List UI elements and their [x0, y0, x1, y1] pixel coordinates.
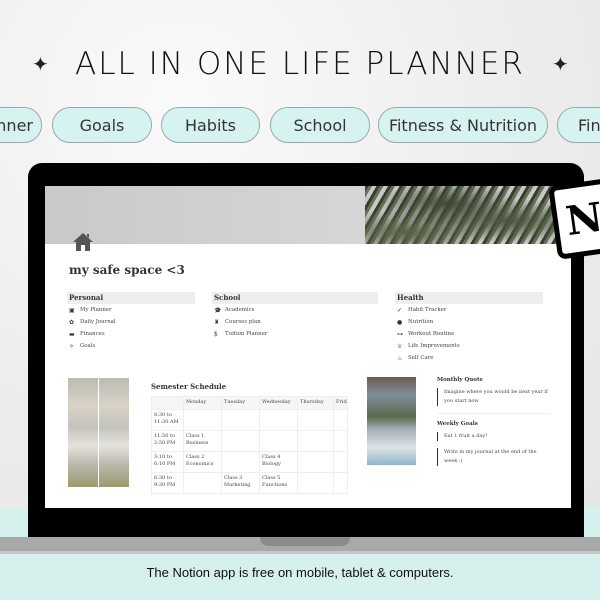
column-header: Thursday — [297, 396, 334, 410]
dollar-icon: $ — [214, 330, 218, 338]
trophy-icon: ♕ — [397, 342, 403, 350]
link-nutrition[interactable]: ● Nutrition — [395, 316, 543, 328]
column-header: Tuesday — [221, 396, 260, 410]
column-header — [151, 396, 184, 410]
column-header: Monday — [183, 396, 222, 410]
pill-school[interactable]: School — [270, 107, 370, 143]
section-personal: Personal ▣ My Planner ✿ Daily Journal ▬ Fin… — [67, 292, 195, 352]
class-cell[interactable] — [221, 409, 260, 431]
footer-caption: The Notion app is free on mobile, tablet… — [146, 565, 454, 580]
section-school: School 🎓 Academics ♜ Courses plan $ Tuition… — [212, 292, 378, 340]
class-cell[interactable] — [221, 451, 260, 473]
table-row: 8:30 to 11:30 AM — [151, 409, 348, 431]
monthly-quote-heading: Monthly Quote — [437, 377, 483, 383]
cover-image — [45, 186, 571, 244]
finances-icon: ▬ — [69, 330, 75, 338]
class-cell[interactable] — [221, 430, 260, 452]
time-cell[interactable]: 3:10 to 6:10 PM — [151, 451, 184, 473]
laptop-base-shadow — [0, 551, 600, 554]
notion-logo-icon: N — [548, 178, 600, 260]
link-goals[interactable]: ✧ Goals — [67, 340, 195, 352]
link-academics[interactable]: 🎓 Academics — [212, 304, 378, 316]
link-tuition-planner[interactable]: $ Tuition Planner — [212, 328, 378, 340]
class-cell[interactable] — [333, 430, 348, 452]
aesthetic-collage-image — [68, 378, 129, 487]
class-cell[interactable] — [259, 409, 298, 431]
class-cell[interactable] — [183, 409, 222, 431]
link-habit-tracker[interactable]: ✓ Habit Tracker — [395, 304, 543, 316]
weekly-goal-item[interactable]: Eat 1 fruit a day! — [437, 432, 549, 441]
notion-screen: my safe space <3 Personal ▣ My Planner ✿ D… — [45, 186, 571, 508]
goals-icon: ✧ — [69, 342, 75, 350]
table-row: 6:30 to 9:30 PM Class 3 Marketing Class … — [151, 472, 348, 494]
link-self-care[interactable]: ♨ Self Care — [395, 352, 543, 364]
section-heading: School — [212, 292, 378, 304]
class-cell[interactable] — [333, 451, 348, 473]
class-cell[interactable]: Class 5 Functions — [259, 472, 298, 494]
link-finances[interactable]: ▬ Finances — [67, 328, 195, 340]
pill-fitness-nutrition[interactable]: Fitness & Nutrition — [378, 107, 548, 143]
link-workout-routine[interactable]: ⊶ Workout Routine — [395, 328, 543, 340]
sparkle-icon: ✦ — [552, 52, 569, 76]
page-title: my safe space <3 — [69, 263, 185, 277]
apple-icon: ● — [397, 318, 403, 326]
academics-icon: 🎓 — [214, 306, 222, 314]
class-cell[interactable] — [333, 472, 348, 494]
pill-habits[interactable]: Habits — [161, 107, 260, 143]
headline: ALL IN ONE LIFE PLANNER — [75, 46, 525, 82]
column-header: Friday — [333, 396, 348, 410]
table-row: 11:50 to 2:50 PM Class 1 Business — [151, 430, 348, 452]
link-courses-plan[interactable]: ♜ Courses plan — [212, 316, 378, 328]
time-cell[interactable]: 6:30 to 9:30 PM — [151, 472, 184, 494]
class-cell[interactable] — [297, 472, 334, 494]
weekly-goals-heading: Weekly Goals — [437, 421, 478, 427]
column-header: Wednesday — [259, 396, 298, 410]
planner-icon: ▣ — [69, 306, 75, 314]
laptop-notch — [260, 537, 350, 546]
time-cell[interactable]: 8:30 to 11:30 AM — [151, 409, 184, 431]
bath-icon: ♨ — [397, 354, 403, 362]
palm-leaves-image — [365, 186, 571, 244]
dumbbell-icon: ⊶ — [397, 330, 403, 338]
home-icon[interactable] — [71, 230, 95, 254]
semester-schedule-table: Monday Tuesday Wednesday Thursday Friday… — [151, 396, 348, 494]
link-life-improvements[interactable]: ♕ Life Improvements — [395, 340, 543, 352]
pill-planner[interactable]: Planner — [0, 107, 42, 143]
pill-goals[interactable]: Goals — [52, 107, 152, 143]
category-pills: Planner Goals Habits School Fitness & Nu… — [0, 107, 600, 143]
link-daily-journal[interactable]: ✿ Daily Journal — [67, 316, 195, 328]
class-cell[interactable] — [259, 430, 298, 452]
section-health: Health ✓ Habit Tracker ● Nutrition ⊶ Workou… — [395, 292, 543, 364]
divider — [437, 413, 549, 414]
schedule-title: Semester Schedule — [151, 382, 227, 391]
section-heading: Health — [395, 292, 543, 304]
class-cell[interactable] — [297, 451, 334, 473]
weekly-goal-item[interactable]: Write in my journal at the end of the we… — [437, 448, 549, 466]
class-cell[interactable]: Class 3 Marketing — [221, 472, 260, 494]
courses-icon: ♜ — [214, 318, 220, 326]
class-cell[interactable]: Class 2 Economics — [183, 451, 222, 473]
pill-finance[interactable]: Finance — [557, 107, 600, 143]
check-icon: ✓ — [397, 306, 403, 314]
class-cell[interactable] — [333, 409, 348, 431]
class-cell[interactable]: Class 4 Biology — [259, 451, 298, 473]
class-cell[interactable] — [297, 430, 334, 452]
time-cell[interactable]: 11:50 to 2:50 PM — [151, 430, 184, 452]
table-header-row: Monday Tuesday Wednesday Thursday Friday — [151, 396, 348, 410]
journal-icon: ✿ — [69, 318, 75, 326]
table-row: 3:10 to 6:10 PM Class 2 Economics Class … — [151, 451, 348, 473]
link-my-planner[interactable]: ▣ My Planner — [67, 304, 195, 316]
side-panel: Monthly Quote Imagine where you would be… — [437, 377, 549, 473]
monthly-quote[interactable]: Imagine where you would be next year if … — [437, 388, 549, 406]
class-cell[interactable] — [183, 472, 222, 494]
class-cell[interactable] — [297, 409, 334, 431]
class-cell[interactable]: Class 1 Business — [183, 430, 222, 452]
section-heading: Personal — [67, 292, 195, 304]
photo-collage-image — [367, 377, 416, 465]
